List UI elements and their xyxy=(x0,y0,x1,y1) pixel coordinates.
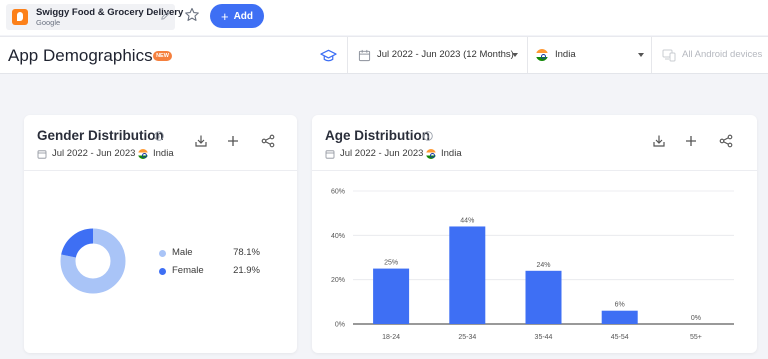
bar-35-44[interactable] xyxy=(525,270,562,324)
chevron-down-icon xyxy=(512,53,518,57)
card-header: Gender Distribution Jul 2022 - Jun 2023 … xyxy=(24,115,297,171)
y-tick-label: 60% xyxy=(331,189,345,196)
date-range-selector[interactable]: Jul 2022 - Jun 2023 (12 Months) xyxy=(347,37,527,73)
legend-dot-male xyxy=(159,250,166,257)
card-header: Age Distribution Jul 2022 - Jun 2023 Ind… xyxy=(312,115,757,171)
calendar-icon xyxy=(358,49,371,62)
bar-value-label: 6% xyxy=(615,302,625,309)
info-icon[interactable] xyxy=(423,131,433,141)
add-icon[interactable] xyxy=(684,134,698,148)
country-selector[interactable]: India xyxy=(527,37,651,73)
devices-icon xyxy=(662,49,676,62)
new-badge: NEW xyxy=(153,51,172,61)
bar-value-label: 24% xyxy=(536,262,550,269)
india-flag-icon xyxy=(138,149,148,159)
calendar-icon xyxy=(37,150,47,159)
legend-value-female: 21.9% xyxy=(233,265,260,276)
add-icon[interactable] xyxy=(226,134,240,148)
info-icon[interactable] xyxy=(154,131,164,141)
card-country: India xyxy=(153,148,174,159)
download-icon[interactable] xyxy=(652,134,666,148)
y-tick-label: 20% xyxy=(331,277,345,284)
graduation-cap-icon[interactable] xyxy=(320,48,337,64)
india-flag-icon xyxy=(536,49,548,61)
share-icon[interactable] xyxy=(261,134,275,148)
page-title: App Demographics xyxy=(8,46,153,65)
x-tick-label: 45-54 xyxy=(611,334,629,341)
y-tick-label: 0% xyxy=(335,322,345,329)
legend-dot-female xyxy=(159,268,166,275)
app-developer: Google xyxy=(36,18,61,27)
pencil-icon[interactable] xyxy=(160,10,171,21)
card-date: Jul 2022 - Jun 2023 xyxy=(340,148,424,159)
date-range-label: Jul 2022 - Jun 2023 (12 Months) xyxy=(377,49,514,60)
card-title: Age Distribution xyxy=(325,128,430,143)
bar-25-34[interactable] xyxy=(449,226,486,324)
top-bar: Swiggy Food & Grocery Delivery Google + … xyxy=(0,0,768,35)
legend-value-male: 78.1% xyxy=(233,247,260,258)
country-label: India xyxy=(555,49,576,60)
device-label: All Android devices xyxy=(682,49,763,60)
swiggy-app-icon xyxy=(12,9,28,25)
age-distribution-card: Age Distribution Jul 2022 - Jun 2023 Ind… xyxy=(312,115,757,353)
star-icon[interactable] xyxy=(184,7,200,23)
bar-18-24[interactable] xyxy=(373,268,410,324)
x-tick-label: 18-24 xyxy=(382,334,400,341)
calendar-icon xyxy=(325,150,335,159)
add-button-label: Add xyxy=(233,10,254,22)
card-date: Jul 2022 - Jun 2023 xyxy=(52,148,136,159)
card-title: Gender Distribution xyxy=(37,128,164,143)
bar-value-label: 25% xyxy=(384,260,398,267)
gender-donut-chart xyxy=(60,228,126,294)
legend-label-male: Male xyxy=(172,247,193,258)
bar-45-54[interactable] xyxy=(601,310,638,324)
legend-label-female: Female xyxy=(172,265,204,276)
chevron-down-icon xyxy=(638,53,644,57)
india-flag-icon xyxy=(426,149,436,159)
card-country: India xyxy=(441,148,462,159)
device-selector[interactable]: All Android devices xyxy=(651,37,768,73)
app-selector[interactable]: Swiggy Food & Grocery Delivery Google xyxy=(6,4,183,30)
x-tick-label: 35-44 xyxy=(535,334,553,341)
bar-value-label: 44% xyxy=(460,217,474,224)
gender-distribution-card: Gender Distribution Jul 2022 - Jun 2023 … xyxy=(24,115,297,353)
bar-value-label: 0% xyxy=(691,315,701,322)
add-button[interactable]: + Add xyxy=(210,4,264,28)
filter-bar: App Demographics NEW Jul 2022 - Jun 2023… xyxy=(0,36,768,74)
x-tick-label: 55+ xyxy=(690,334,702,341)
x-tick-label: 25-34 xyxy=(458,334,476,341)
plus-icon: + xyxy=(220,8,229,24)
age-bar-chart: 0% 20% 40% 60% 25% 18-24 44% 25-34 24% 35-44 6% 45-… xyxy=(331,189,734,341)
y-tick-label: 40% xyxy=(331,233,345,240)
download-icon[interactable] xyxy=(194,134,208,148)
share-icon[interactable] xyxy=(719,134,733,148)
